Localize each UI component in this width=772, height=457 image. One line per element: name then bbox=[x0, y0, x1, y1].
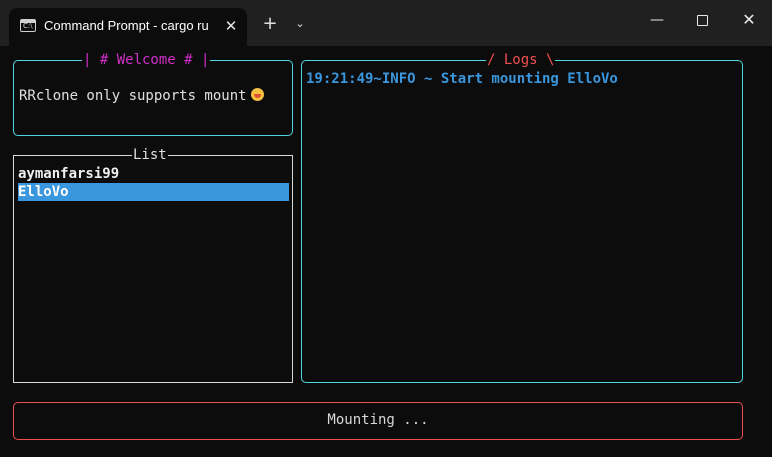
terminal-icon-prompt: C:\ bbox=[23, 22, 33, 30]
terminal-tab[interactable]: C:\ Command Prompt - cargo ru ✕ bbox=[9, 8, 247, 46]
maximize-icon bbox=[697, 15, 708, 26]
close-tab-button[interactable]: ✕ bbox=[219, 14, 243, 38]
maximize-button[interactable] bbox=[680, 0, 726, 40]
list-item-selected[interactable]: ElloVo bbox=[18, 183, 289, 201]
list-panel: List aymanfarsi99 ElloVo bbox=[13, 146, 293, 383]
logs-title: / Logs \ bbox=[486, 51, 556, 69]
list-item[interactable]: aymanfarsi99 bbox=[18, 165, 289, 183]
log-line: 19:21:49~INFO ~ Start mounting ElloVo bbox=[306, 71, 618, 87]
welcome-title: | # Welcome # | bbox=[82, 51, 211, 69]
title-bar: C:\ Command Prompt - cargo ru ✕ + ⌄ — ✕ bbox=[0, 0, 772, 46]
list-title: List bbox=[132, 146, 168, 164]
welcome-panel: | # Welcome # | RRclone only supports mo… bbox=[13, 51, 293, 136]
grimacing-face-icon bbox=[250, 88, 264, 101]
welcome-message: RRclone only supports mount bbox=[19, 88, 247, 104]
tab-title: Command Prompt - cargo ru bbox=[44, 18, 209, 33]
terminal-icon: C:\ bbox=[20, 19, 36, 32]
logs-panel: / Logs \ 19:21:49~INFO ~ Start mounting … bbox=[301, 51, 743, 383]
tab-dropdown-button[interactable]: ⌄ bbox=[288, 12, 312, 36]
new-tab-button[interactable]: + bbox=[258, 12, 282, 36]
close-window-button[interactable]: ✕ bbox=[726, 0, 772, 40]
welcome-message-row: RRclone only supports mount bbox=[19, 88, 264, 104]
minimize-button[interactable]: — bbox=[634, 0, 680, 40]
status-text: Mounting ... bbox=[327, 412, 429, 428]
status-panel: Mounting ... bbox=[13, 402, 743, 440]
